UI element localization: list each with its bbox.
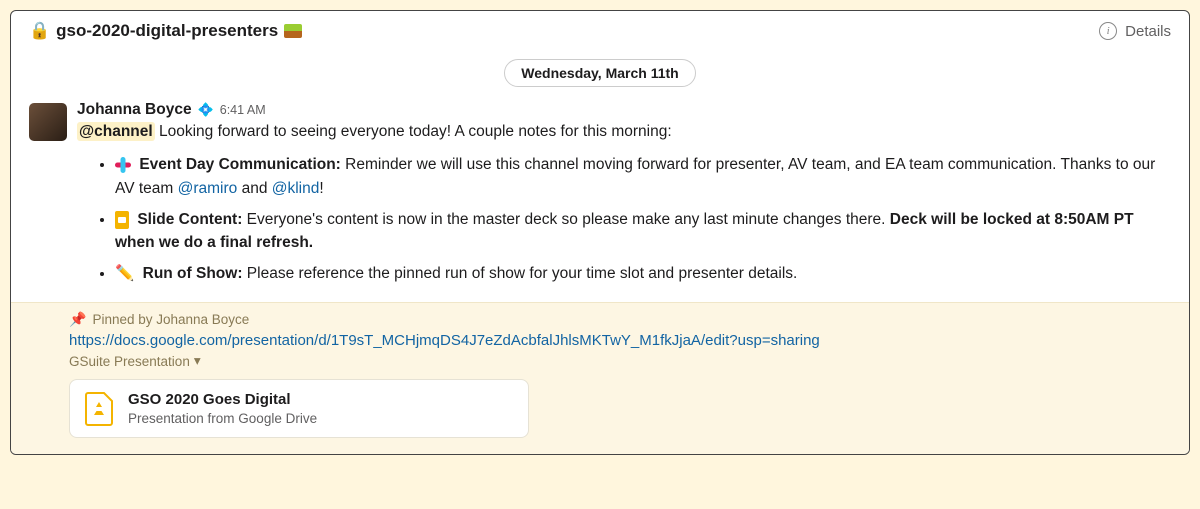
bullet-list: Event Day Communication: Reminder we wil… bbox=[97, 153, 1171, 285]
date-divider: Wednesday, March 11th bbox=[11, 51, 1189, 101]
lock-icon: 🔒 bbox=[29, 21, 50, 41]
info-icon: i bbox=[1099, 22, 1117, 40]
channel-mention[interactable]: @channel bbox=[77, 122, 155, 141]
bullet-item-2: Slide Content: Everyone's content is now… bbox=[115, 208, 1171, 255]
attachment-type[interactable]: GSuite Presentation ▾ bbox=[69, 353, 201, 369]
attachment-text: GSO 2020 Goes Digital Presentation from … bbox=[128, 390, 317, 427]
attachment-subtitle: Presentation from Google Drive bbox=[128, 410, 317, 428]
channel-name[interactable]: 🔒 gso-2020-digital-presenters bbox=[29, 21, 302, 41]
attachment-title: GSO 2020 Goes Digital bbox=[128, 390, 317, 410]
pinned-by-text: Pinned by Johanna Boyce bbox=[92, 312, 249, 327]
channel-name-text: gso-2020-digital-presenters bbox=[56, 21, 278, 41]
pinned-attachment: 📌 Pinned by Johanna Boyce https://docs.g… bbox=[11, 302, 1189, 455]
slides-icon bbox=[115, 211, 129, 229]
attachment-card[interactable]: GSO 2020 Goes Digital Presentation from … bbox=[69, 379, 529, 438]
bullet-item-3: ✏️ Run of Show: Please reference the pin… bbox=[115, 262, 1171, 285]
slack-logo-icon bbox=[115, 157, 131, 173]
message-timestamp[interactable]: 6:41 AM bbox=[220, 103, 266, 117]
slack-channel-view: 🔒 gso-2020-digital-presenters i Details … bbox=[10, 10, 1190, 455]
bullet-1-between: and bbox=[237, 180, 271, 197]
mention-klind[interactable]: @klind bbox=[272, 180, 320, 197]
date-text: Wednesday, March 11th bbox=[521, 65, 678, 81]
bullet-1-title: Event Day Communication: bbox=[139, 156, 341, 173]
bullet-2-title: Slide Content: bbox=[137, 211, 242, 228]
details-button[interactable]: i Details bbox=[1099, 22, 1171, 40]
pin-icon: 📌 bbox=[69, 311, 86, 328]
attachment-link[interactable]: https://docs.google.com/presentation/d/1… bbox=[69, 332, 1171, 349]
mention-ramiro[interactable]: @ramiro bbox=[178, 180, 238, 197]
bullet-3-text: Please reference the pinned run of show … bbox=[243, 265, 798, 282]
chevron-down-icon: ▾ bbox=[194, 353, 201, 369]
message-first-line: @channel Looking forward to seeing every… bbox=[77, 121, 1171, 143]
channel-header: 🔒 gso-2020-digital-presenters i Details bbox=[11, 11, 1189, 51]
pinned-header: 📌 Pinned by Johanna Boyce bbox=[69, 311, 1171, 328]
attachment-type-text: GSuite Presentation bbox=[69, 354, 190, 369]
owner-badge-icon: 💠 bbox=[198, 102, 214, 118]
details-label: Details bbox=[1125, 23, 1171, 40]
author-name[interactable]: Johanna Boyce bbox=[77, 101, 192, 119]
bullet-1-after: ! bbox=[319, 180, 323, 197]
intro-text: Looking forward to seeing everyone today… bbox=[155, 123, 672, 140]
message-body: Johanna Boyce 💠 6:41 AM @channel Looking… bbox=[77, 101, 1171, 294]
bullet-item-1: Event Day Communication: Reminder we wil… bbox=[115, 153, 1171, 200]
bullet-3-title: Run of Show: bbox=[143, 265, 243, 282]
message-header: Johanna Boyce 💠 6:41 AM bbox=[77, 101, 1171, 119]
camping-emoji-icon bbox=[284, 24, 302, 38]
google-drive-file-icon bbox=[84, 391, 114, 427]
pencil-icon: ✏️ bbox=[115, 262, 134, 285]
date-pill[interactable]: Wednesday, March 11th bbox=[504, 59, 695, 87]
avatar[interactable] bbox=[29, 103, 67, 141]
bullet-2-text: Everyone's content is now in the master … bbox=[242, 211, 889, 228]
message: Johanna Boyce 💠 6:41 AM @channel Looking… bbox=[11, 101, 1189, 302]
